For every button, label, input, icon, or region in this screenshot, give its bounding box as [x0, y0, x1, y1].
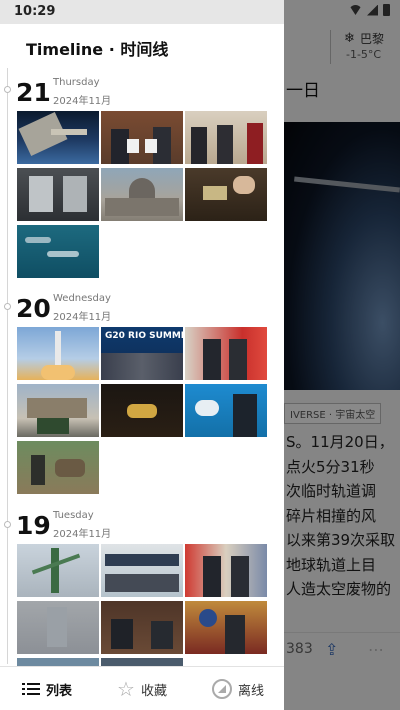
offline-icon	[212, 679, 232, 699]
photo-thumbnail[interactable]	[185, 601, 267, 654]
signal-icon	[367, 4, 378, 16]
photo-thumbnail[interactable]	[17, 384, 99, 437]
star-icon: ☆	[117, 677, 135, 701]
photo-thumbnail[interactable]	[101, 601, 183, 654]
tab-favorites[interactable]: ☆ 收藏	[117, 667, 167, 710]
tab-offline-label: 离线	[238, 683, 265, 699]
drawer-title: Timeline · 时间线	[26, 40, 169, 59]
photo-thumbnail[interactable]	[17, 225, 99, 278]
timeline-line	[7, 68, 8, 664]
day-month: 2024年11月	[53, 312, 112, 323]
timeline-dot	[4, 521, 11, 528]
tab-favorites-label: 收藏	[140, 683, 167, 699]
timeline-drawer: Timeline · 时间线 21 Thursday 2024年11月 20 W…	[0, 24, 284, 710]
photo-thumbnail[interactable]	[101, 384, 183, 437]
photo-thumbnail[interactable]	[17, 111, 99, 164]
photo-thumbnail[interactable]	[185, 327, 267, 380]
photo-thumbnail[interactable]	[185, 111, 267, 164]
photo-thumbnail[interactable]	[17, 658, 99, 666]
photo-thumbnail[interactable]	[17, 441, 99, 494]
photo-thumbnail[interactable]	[101, 658, 183, 666]
timeline-dot	[4, 86, 11, 93]
bottom-tab-bar: 列表 ☆ 收藏 离线	[0, 666, 284, 710]
day-month: 2024年11月	[53, 96, 112, 107]
timeline-dot	[4, 303, 11, 310]
photo-thumbnail[interactable]	[101, 544, 183, 597]
day-weekday: Tuesday	[53, 510, 94, 521]
photo-thumbnail[interactable]: G20 RIO SUMMIT	[101, 327, 183, 380]
day-weekday: Thursday	[53, 77, 100, 88]
tab-list-label: 列表	[46, 683, 73, 699]
photo-thumbnail[interactable]	[17, 544, 99, 597]
photo-thumbnail[interactable]	[101, 111, 183, 164]
g20-banner-text: G20 RIO SUMMIT	[105, 331, 183, 341]
wifi-icon	[349, 5, 362, 15]
photo-thumbnail[interactable]	[101, 168, 183, 221]
list-icon	[22, 682, 40, 696]
photo-thumbnail[interactable]	[185, 544, 267, 597]
battery-icon	[383, 4, 390, 16]
photo-thumbnail[interactable]	[17, 601, 99, 654]
photo-thumbnail[interactable]	[185, 384, 267, 437]
tab-list[interactable]: 列表	[22, 667, 72, 710]
tab-offline[interactable]: 离线	[212, 667, 264, 710]
day-number: 20	[16, 294, 51, 323]
day-number: 19	[16, 511, 51, 540]
status-bar: 10:29	[0, 0, 400, 24]
day-month: 2024年11月	[53, 529, 112, 540]
photo-thumbnail[interactable]	[17, 327, 99, 380]
photo-thumbnail[interactable]	[17, 168, 99, 221]
day-number: 21	[16, 78, 51, 107]
status-time: 10:29	[14, 4, 56, 19]
photo-thumbnail[interactable]	[185, 168, 267, 221]
day-weekday: Wednesday	[53, 293, 111, 304]
